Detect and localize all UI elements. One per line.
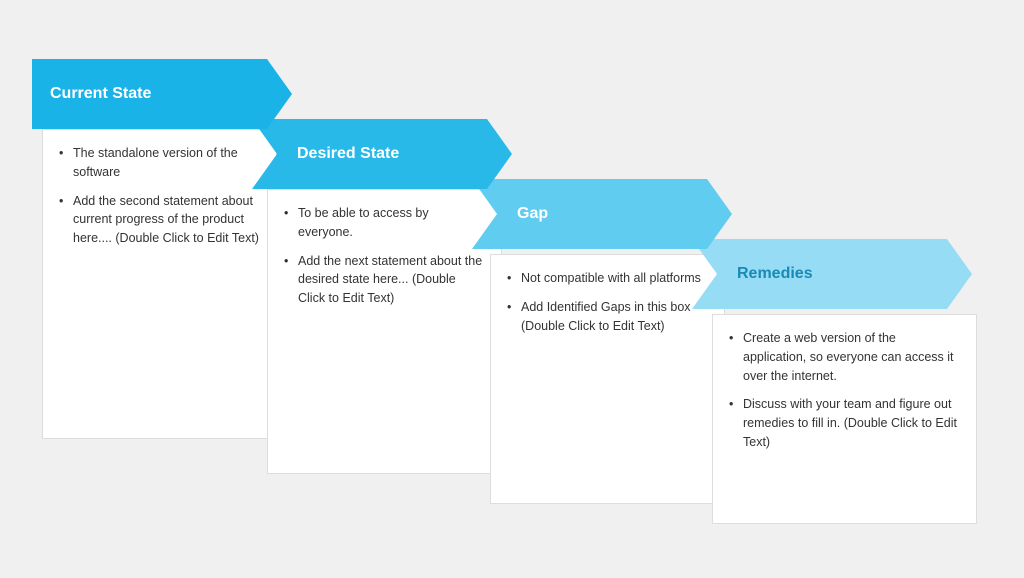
- desired-state-bullet-1: To be able to access by everyone.: [284, 204, 485, 242]
- gap-box[interactable]: Not compatible with all platforms Add Id…: [490, 254, 725, 504]
- desired-state-title: Desired State: [297, 145, 399, 163]
- remedies-bullet-2: Discuss with your team and figure out re…: [729, 395, 960, 451]
- current-state-bullet-2: Add the second statement about current p…: [59, 192, 260, 248]
- current-state-arrow: Current State: [32, 59, 292, 129]
- remedies-arrow: Remedies: [692, 239, 972, 309]
- desired-state-arrow: Desired State: [252, 119, 512, 189]
- diagram-container: Current State Desired State Gap Remedies…: [32, 39, 992, 539]
- desired-state-box[interactable]: To be able to access by everyone. Add th…: [267, 189, 502, 474]
- current-state-box[interactable]: The standalone version of the software A…: [42, 129, 277, 439]
- gap-bullet-1: Not compatible with all platforms: [507, 269, 708, 288]
- gap-arrow: Gap: [472, 179, 732, 249]
- remedies-title: Remedies: [737, 265, 813, 283]
- gap-bullet-2: Add Identified Gaps in this box (Double …: [507, 298, 708, 336]
- gap-title: Gap: [517, 205, 548, 223]
- remedies-box[interactable]: Create a web version of the application,…: [712, 314, 977, 524]
- desired-state-bullet-2: Add the next statement about the desired…: [284, 252, 485, 308]
- remedies-bullet-1: Create a web version of the application,…: [729, 329, 960, 385]
- current-state-bullet-1: The standalone version of the software: [59, 144, 260, 182]
- current-state-title: Current State: [50, 85, 151, 103]
